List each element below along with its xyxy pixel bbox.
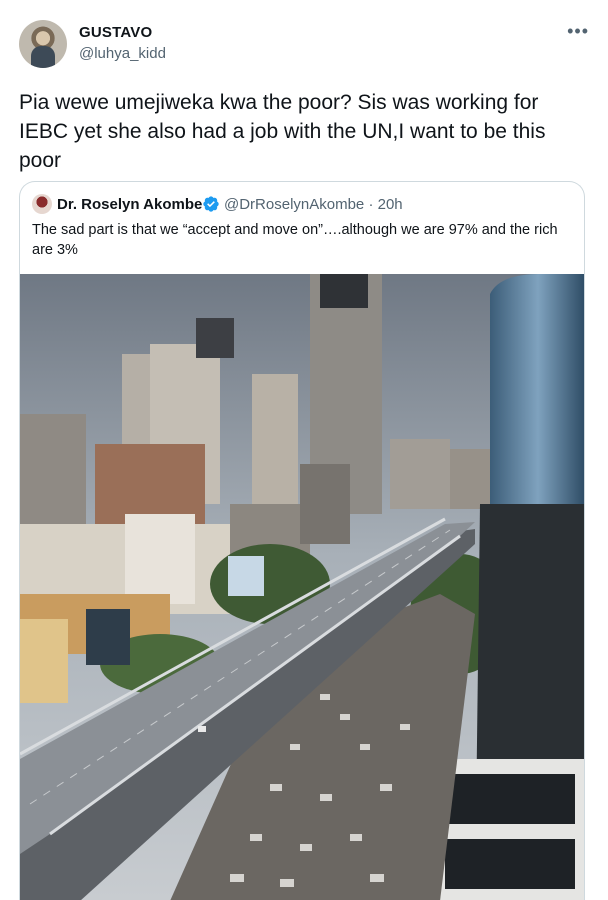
building [252, 374, 298, 514]
user-handle[interactable]: @luhya_kidd [79, 45, 166, 62]
building [196, 318, 234, 358]
building-right [445, 774, 575, 824]
tweet-text: Pia wewe umejiweka kwa the poor? Sis was… [19, 91, 546, 172]
display-name[interactable]: GUSTAVO [79, 24, 152, 41]
building [125, 514, 195, 604]
building-right [445, 839, 575, 889]
quoted-tweet-header: Dr. Roselyn Akombe @DrRoselynAkombe · 20… [32, 194, 572, 216]
building [450, 449, 490, 509]
billboard [20, 619, 68, 703]
quoted-tweet-text: The sad part is that we “accept and move… [32, 222, 558, 258]
tweet-header: GUSTAVO @luhya_kidd ••• [19, 20, 589, 68]
billboard [86, 609, 130, 665]
building [20, 414, 86, 534]
car [198, 726, 206, 732]
building [390, 439, 450, 509]
quoted-tweet-image[interactable] [20, 274, 585, 900]
quoted-display-name: Dr. Roselyn Akombe [57, 196, 203, 213]
more-icon[interactable]: ••• [567, 22, 589, 40]
avatar[interactable] [19, 20, 67, 68]
billboard [228, 556, 264, 596]
quoted-avatar [32, 194, 52, 214]
quoted-tweet-card[interactable]: Dr. Roselyn Akombe @DrRoselynAkombe · 20… [19, 181, 585, 900]
quoted-handle-time: @DrRoselynAkombe · 20h [224, 196, 403, 213]
verified-badge-icon [203, 196, 219, 212]
building [300, 464, 350, 544]
tower-top [320, 274, 368, 308]
